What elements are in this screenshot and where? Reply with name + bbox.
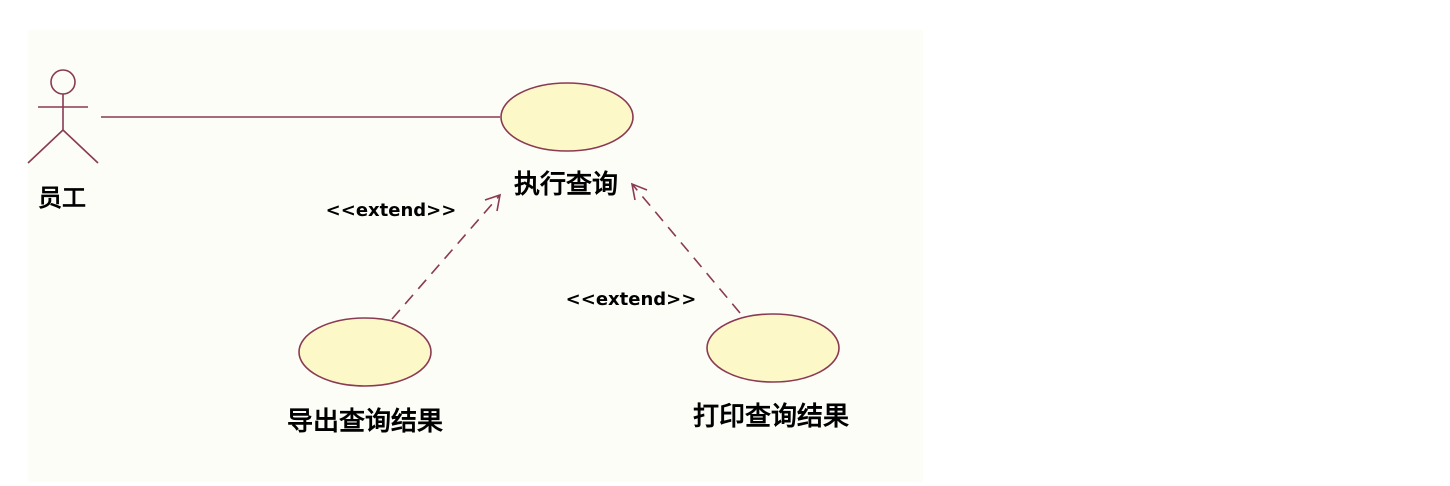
usecase-execute-query[interactable]	[500, 82, 634, 152]
use-case-diagram: 员工 执行查询 导出查询结果 打印查询结果 <<extend>> <<exten…	[27, 69, 849, 437]
usecase-execute-query-label: 执行查询	[514, 169, 618, 200]
actor-left-leg	[27, 129, 64, 164]
usecase-print-results-label: 打印查询结果	[693, 402, 849, 432]
actor-employee[interactable]	[27, 69, 99, 164]
actor-right-leg	[62, 129, 99, 164]
actor-employee-label: 员工	[38, 184, 86, 212]
usecase-print-results[interactable]	[706, 313, 840, 383]
usecase-export-results-label: 导出查询结果	[287, 407, 443, 437]
actor-head	[50, 69, 76, 95]
usecase-export-results[interactable]	[298, 317, 432, 387]
extend-print-label: <<extend>>	[566, 289, 697, 310]
extend-export-label: <<extend>>	[326, 200, 457, 221]
